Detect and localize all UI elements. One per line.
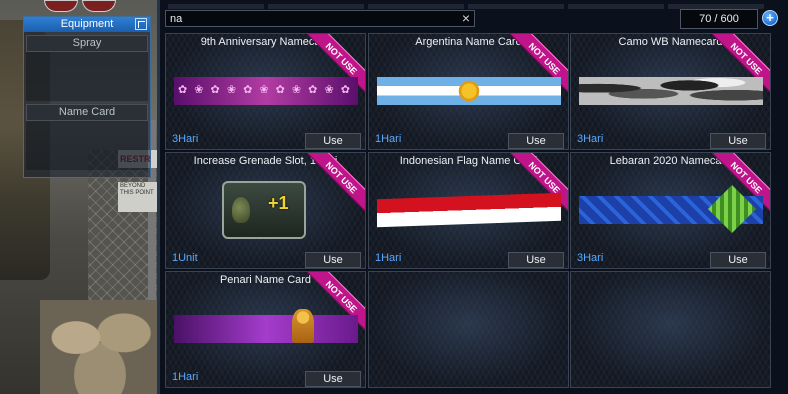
tab-3[interactable] <box>368 4 464 9</box>
item-duration: 3Hari <box>172 133 199 145</box>
name-card-slot[interactable] <box>26 121 148 170</box>
lebaran-banner-image <box>579 196 763 224</box>
argentina-flag-banner-image <box>377 77 561 105</box>
equipment-panel: Equipment Spray Name Card <box>23 16 151 178</box>
expand-icon[interactable] <box>135 18 147 30</box>
camo-banner-image <box>579 77 763 105</box>
search-input[interactable] <box>165 10 475 27</box>
grenade-slot-icon <box>222 181 306 239</box>
item-duration: 1Hari <box>375 252 402 264</box>
expand-inventory-button[interactable]: + <box>762 10 778 26</box>
anniversary-banner-image <box>174 77 358 105</box>
inventory-counter: 70 / 600 <box>680 9 758 29</box>
inventory-window: × 70 / 600 + 9th Anniversary Namecard NO… <box>157 0 788 394</box>
rank-badges <box>44 0 124 12</box>
use-button[interactable]: Use <box>710 252 766 268</box>
spray-slot[interactable] <box>26 52 148 101</box>
item-grid: 9th Anniversary Namecard NOT USE 3Hari U… <box>165 33 772 391</box>
use-button[interactable]: Use <box>508 252 564 268</box>
equipment-title: Equipment <box>60 18 114 30</box>
item-card[interactable]: Increase Grenade Slot, 1 hari NOT USE 1U… <box>165 152 366 269</box>
clear-search-icon[interactable]: × <box>459 11 473 25</box>
use-button[interactable]: Use <box>710 133 766 149</box>
use-button[interactable]: Use <box>508 133 564 149</box>
item-duration: 1Hari <box>375 133 402 145</box>
tab-1[interactable] <box>168 4 264 9</box>
item-card[interactable]: 9th Anniversary Namecard NOT USE 3Hari U… <box>165 33 366 150</box>
item-card[interactable]: Argentina Name Card NOT USE 1Hari Use <box>368 33 569 150</box>
sandbags <box>40 300 160 394</box>
item-card[interactable]: Camo WB Namecard NOT USE 3Hari Use <box>570 33 771 150</box>
use-button[interactable]: Use <box>305 252 361 268</box>
spray-slot-header: Spray <box>26 35 148 52</box>
item-duration: 1Unit <box>172 252 198 264</box>
empty-item-slot[interactable] <box>570 271 771 388</box>
inventory-tabs <box>168 0 782 9</box>
use-button[interactable]: Use <box>305 133 361 149</box>
empty-item-slot[interactable] <box>368 271 569 388</box>
tab-4[interactable] <box>468 4 564 9</box>
penari-banner-image <box>174 309 358 343</box>
item-duration: 1Hari <box>172 371 199 383</box>
item-card[interactable]: Penari Name Card NOT USE 1Hari Use <box>165 271 366 388</box>
warning-sign: BEYOND THIS POINT <box>118 182 158 212</box>
indonesia-flag-banner-image <box>377 192 561 228</box>
use-button[interactable]: Use <box>305 371 361 387</box>
name-card-slot-header: Name Card <box>26 104 148 121</box>
item-card[interactable]: Lebaran 2020 Namecard NOT USE 3Hari Use <box>570 152 771 269</box>
tab-2[interactable] <box>268 4 364 9</box>
item-duration: 3Hari <box>577 133 604 145</box>
equipment-title-bar: Equipment <box>24 17 150 32</box>
item-duration: 3Hari <box>577 252 604 264</box>
item-card[interactable]: Indonesian Flag Name Card NOT USE 1Hari … <box>368 152 569 269</box>
tab-5[interactable] <box>568 4 664 9</box>
